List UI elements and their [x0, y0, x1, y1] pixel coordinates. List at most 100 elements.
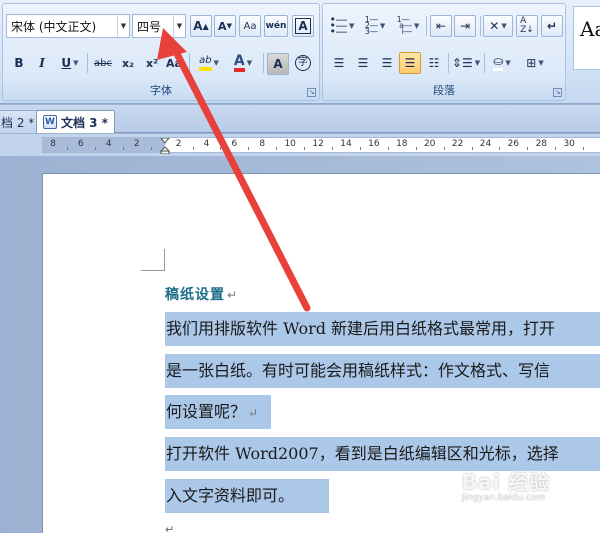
- selected-text-line[interactable]: 何设置呢？ ↵: [165, 395, 271, 429]
- font-color-button[interactable]: A ▼: [227, 52, 259, 74]
- chevron-down-icon[interactable]: ▼: [173, 15, 185, 37]
- decrease-indent-icon: ⇤: [435, 19, 447, 33]
- line-spacing-icon: ⇕☰: [451, 56, 473, 70]
- align-center-button[interactable]: ☰: [352, 52, 374, 74]
- ruler-number: 14: [340, 139, 352, 149]
- bold-button[interactable]: B: [8, 52, 30, 74]
- ruler-tick: [387, 147, 389, 150]
- ruler-tick: [66, 147, 68, 150]
- paragraph-group-label: 段落: [433, 84, 455, 97]
- horizontal-ruler[interactable]: 8 6 4 2 2 4 6 8 10 12 14 16 18 20 22 24 26 28 30: [42, 137, 600, 154]
- document-tab-bar: 档 2 * W 文档 3 *: [0, 105, 600, 133]
- indent-marker-icon[interactable]: [160, 138, 170, 154]
- superscript-icon: x²: [146, 56, 158, 70]
- watermark-logo: Bai 经验: [462, 470, 551, 494]
- borders-button[interactable]: ⊞ ▼: [520, 52, 550, 74]
- borders-icon: ⊞: [526, 56, 537, 70]
- multilevel-list-button[interactable]: 1― a― i― ▼: [393, 15, 423, 37]
- sort-icon: A Z↓: [520, 16, 534, 35]
- bullets-button[interactable]: •― •― •― ▼: [327, 13, 357, 38]
- increase-indent-button[interactable]: ⇥: [454, 15, 476, 37]
- chinese-layout-button[interactable]: ✕ ▼: [483, 15, 513, 37]
- enclose-characters-button[interactable]: 字: [292, 52, 314, 74]
- line-spacing-button[interactable]: ⇕☰ ▼: [451, 52, 481, 74]
- ruler-tick: [332, 147, 334, 150]
- ruler-tick: [150, 147, 152, 150]
- character-shading-button[interactable]: A: [267, 53, 289, 75]
- tab-document-3[interactable]: W 文档 3 *: [36, 110, 115, 133]
- highlight-button[interactable]: ab ▼: [193, 52, 225, 74]
- bold-icon: B: [14, 56, 24, 70]
- ruler-tick: [122, 147, 124, 150]
- clear-format-button[interactable]: Aa: [239, 15, 261, 37]
- ruler-number: 16: [368, 139, 380, 149]
- ruler-number: 8: [259, 139, 266, 149]
- style-gallery-preview[interactable]: Aa: [573, 6, 600, 70]
- ruler-number: 22: [451, 139, 464, 149]
- font-name-value: 宋体 (中文正文): [11, 19, 97, 34]
- sort-button[interactable]: A Z↓: [516, 15, 538, 37]
- word-document-icon: W: [43, 115, 57, 129]
- ruler-left-margin: [43, 138, 165, 152]
- paragraph-mark: ↵: [227, 288, 239, 302]
- font-size-combo[interactable]: 四号 ▼: [132, 14, 186, 38]
- underline-button[interactable]: U ▼: [55, 52, 85, 74]
- ruler-number: 28: [535, 139, 548, 149]
- subscript-button[interactable]: x₂: [117, 52, 139, 74]
- font-color-icon: A: [233, 54, 245, 72]
- numbering-button[interactable]: 1― 2― 3― ▼: [360, 15, 390, 37]
- selected-text-line[interactable]: 入文字资料即可。: [165, 479, 329, 513]
- ruler-number: 12: [312, 139, 324, 149]
- ruler-number: 6: [78, 139, 84, 149]
- selected-text-line[interactable]: 是一张白纸。有时可能会用稿纸样式：作文格式、写信: [165, 354, 600, 388]
- ruler-number: 2: [175, 139, 182, 149]
- strikethrough-button[interactable]: abc: [90, 52, 116, 74]
- ruler-number: 4: [105, 139, 112, 149]
- align-left-button[interactable]: ☰: [328, 52, 350, 74]
- ruler-number: 26: [507, 139, 520, 149]
- phonetic-guide-button[interactable]: wén: [264, 15, 288, 37]
- baidu-jingyan-watermark: Bai 经验 jingyan.baidu.com: [462, 466, 551, 503]
- align-right-button[interactable]: ☰: [376, 52, 398, 74]
- change-case-button[interactable]: Aa: [164, 52, 184, 74]
- font-name-combo[interactable]: 宋体 (中文正文) ▼: [6, 14, 130, 38]
- ruler-tick: [471, 147, 473, 150]
- paragraph-mark: ↵: [165, 523, 175, 533]
- font-dialog-launcher-icon[interactable]: ↘: [307, 88, 316, 97]
- ruler-tick: [499, 147, 501, 150]
- enclose-characters-icon: 字: [295, 55, 311, 71]
- distributed-align-icon: ☷: [428, 56, 440, 70]
- line-text: 入文字资料即可。: [166, 486, 295, 505]
- justify-button[interactable]: ☰: [399, 52, 421, 74]
- italic-button[interactable]: I: [31, 52, 53, 74]
- ruler-number: 2: [133, 139, 140, 149]
- shrink-font-button[interactable]: A ▼: [214, 15, 236, 37]
- document-heading[interactable]: 稿纸设置 ↵: [165, 284, 238, 304]
- bullets-icon: •― •― •―: [329, 13, 348, 38]
- character-border-icon: A: [295, 18, 311, 34]
- superscript-button[interactable]: x²: [141, 52, 163, 74]
- chinese-layout-icon: ✕: [489, 19, 500, 33]
- watermark-url: jingyan.baidu.com: [462, 493, 546, 503]
- grow-font-button[interactable]: A ▲: [190, 15, 212, 37]
- ruler-tick: [304, 147, 306, 150]
- ruler-tick: [220, 147, 222, 150]
- margin-corner-mark: [141, 249, 165, 271]
- chevron-down-icon[interactable]: ▼: [117, 15, 129, 37]
- character-shading-icon: A: [273, 57, 283, 71]
- character-border-button[interactable]: A: [292, 15, 314, 37]
- distributed-align-button[interactable]: ☷: [423, 52, 445, 74]
- ruler-number: 24: [479, 139, 492, 149]
- decrease-indent-button[interactable]: ⇤: [430, 15, 452, 37]
- shading-button[interactable]: ⛀ ▼: [487, 52, 517, 74]
- line-text: 何设置呢？: [166, 402, 247, 421]
- ruler-number: 30: [563, 139, 575, 149]
- paragraph-mark-icon: ↵: [546, 19, 558, 33]
- selected-text-line[interactable]: 我们用排版软件 Word 新建后用白纸格式最常用，打开: [165, 312, 600, 346]
- heading-text: 稿纸设置: [165, 287, 225, 303]
- justify-icon: ☰: [404, 56, 416, 70]
- paragraph-group: •― •― •― ▼ 1― 2― 3― ▼ 1― a― i― ▼ ⇤ ⇥ ✕ ▼ A Z↓ ↵ ☰…: [322, 3, 566, 101]
- ribbon: 宋体 (中文正文) ▼ 四号 ▼ A ▲ A ▼ Aa wén A B I U ▼: [0, 0, 600, 104]
- show-paragraph-marks-button[interactable]: ↵: [541, 15, 563, 37]
- paragraph-dialog-launcher-icon[interactable]: ↘: [553, 88, 562, 97]
